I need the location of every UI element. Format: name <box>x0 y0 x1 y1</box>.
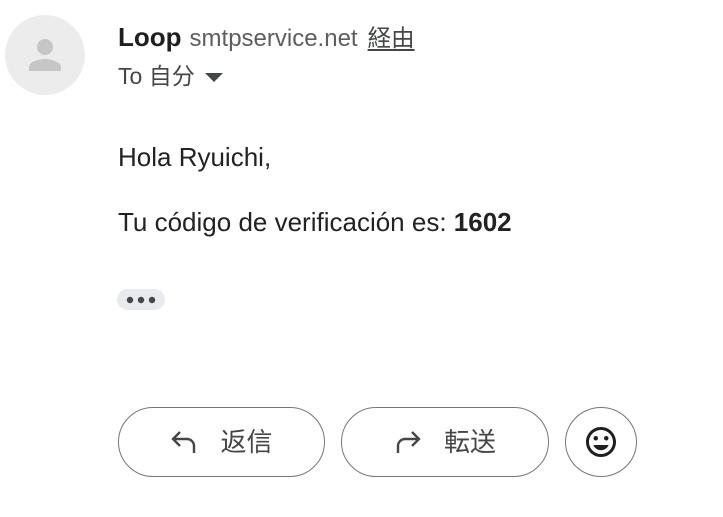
forward-button[interactable]: 転送 <box>341 407 549 477</box>
recipient-name: 自分 <box>148 63 195 89</box>
person-icon <box>29 39 61 71</box>
sender-line: Loop smtpservice.net 経由 <box>118 21 415 53</box>
verification-line: Tu código de verificación es: 1602 <box>118 206 512 238</box>
via-link[interactable]: 経由 <box>368 25 415 51</box>
show-trimmed-content-button[interactable] <box>117 289 165 310</box>
reply-icon <box>171 431 196 453</box>
more-horiz-icon <box>126 296 156 303</box>
arrow-drop-down-icon-shape <box>204 72 223 82</box>
reply-button[interactable]: 返信 <box>118 407 325 477</box>
recipient-details-toggle[interactable]: To 自分 <box>118 61 223 91</box>
verification-text: Tu código de verificación es: <box>118 207 447 237</box>
reply-button-label: 返信 <box>220 427 273 457</box>
sender-name[interactable]: Loop <box>118 22 182 52</box>
sender-avatar[interactable] <box>5 15 85 95</box>
email-message: Loop smtpservice.net 経由 To 自分 Hola Ryuichi… <box>0 0 723 517</box>
arrow-drop-down-icon[interactable] <box>204 72 223 83</box>
forward-icon <box>396 431 421 453</box>
recipient-prefix: To <box>118 63 143 89</box>
sender-domain: smtpservice.net <box>189 25 358 52</box>
verification-code: 1602 <box>453 207 512 237</box>
add-reaction-button[interactable] <box>565 407 637 477</box>
add-emoji-reaction-icon <box>586 427 616 457</box>
forward-button-label: 転送 <box>443 427 496 457</box>
greeting-text: Hola Ryuichi, <box>118 142 272 172</box>
